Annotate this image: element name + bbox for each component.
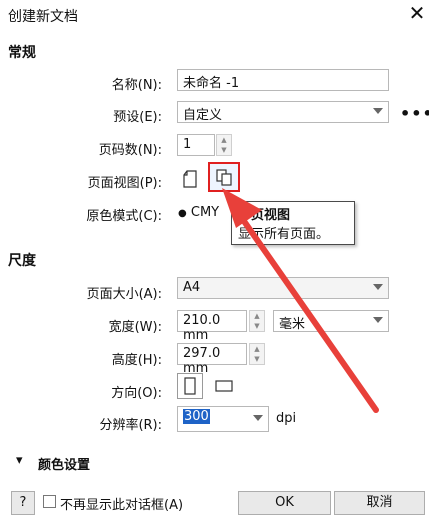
height-label: 高度(H): [111, 353, 162, 368]
multi-page-view-button[interactable] [208, 162, 240, 192]
multi-page-view-icon [216, 169, 232, 186]
width-label: 宽度(W): [108, 320, 162, 335]
section-dimensions: 尺度 [8, 253, 36, 269]
spin-down-icon[interactable]: ▼ [250, 354, 264, 364]
section-general: 常规 [8, 45, 36, 61]
resolution-value: 300 [183, 409, 210, 424]
page-view-label: 页面视图(P): [87, 176, 162, 191]
pages-stepper[interactable]: ▲ ▼ [216, 134, 232, 156]
name-field[interactable]: 未命名 -1 [177, 69, 389, 91]
chevron-down-icon [373, 284, 383, 290]
more-options-icon[interactable]: ••• [400, 104, 429, 123]
pages-label: 页码数(N): [98, 143, 162, 158]
width-field[interactable]: 210.0 mm [177, 310, 247, 343]
orientation-label: 方向(O): [111, 386, 162, 401]
spin-up-icon[interactable]: ▲ [250, 311, 264, 321]
chevron-down-icon [253, 415, 263, 421]
preset-label: 预设(E): [113, 110, 162, 125]
tooltip: 多页视图 显示所有页面。 [231, 201, 355, 245]
width-stepper[interactable]: ▲ ▼ [249, 310, 265, 332]
dont-show-checkbox[interactable] [43, 495, 56, 508]
portrait-button[interactable] [177, 373, 203, 399]
page-size-label: 页面大小(A): [86, 287, 162, 302]
resolution-label: 分辨率(R): [99, 418, 162, 433]
spin-up-icon[interactable]: ▲ [250, 344, 264, 354]
color-mode-radio[interactable]: ● CMY [178, 205, 219, 220]
spin-down-icon[interactable]: ▼ [217, 145, 231, 155]
dont-show-label[interactable]: 不再显示此对话框(A) [60, 494, 183, 513]
single-page-view-icon[interactable] [181, 168, 199, 190]
color-mode-label: 原色模式(C): [86, 209, 162, 224]
color-mode-value: CMY [190, 205, 220, 220]
resolution-select[interactable]: 300 [177, 406, 269, 432]
pages-field[interactable]: 1 [177, 134, 215, 156]
resolution-unit: dpi [276, 411, 297, 426]
preset-select[interactable]: 自定义 [177, 101, 389, 123]
preset-value: 自定义 [183, 108, 223, 123]
spin-up-icon[interactable]: ▲ [217, 135, 231, 145]
page-size-value: A4 [183, 280, 201, 295]
spin-down-icon[interactable]: ▼ [250, 321, 264, 331]
dialog-title: 创建新文档 [8, 9, 78, 25]
height-stepper[interactable]: ▲ ▼ [249, 343, 265, 365]
help-button[interactable]: ? [11, 491, 35, 515]
landscape-icon[interactable] [211, 375, 237, 397]
unit-value: 毫米 [279, 317, 306, 332]
portrait-icon [184, 377, 196, 395]
collapse-chevron-icon[interactable]: ▾ [16, 453, 23, 468]
tooltip-description: 显示所有页面。 [238, 227, 330, 242]
color-settings-header[interactable]: 颜色设置 [38, 454, 90, 473]
name-label: 名称(N): [111, 78, 162, 93]
ok-button[interactable]: OK [238, 491, 331, 515]
chevron-down-icon [373, 108, 383, 114]
radio-dot-icon: ● [178, 208, 187, 219]
cancel-button[interactable]: 取消 [334, 491, 425, 515]
close-icon[interactable]: ✕ [407, 2, 427, 24]
chevron-down-icon [373, 317, 383, 323]
page-size-select[interactable]: A4 [177, 277, 389, 299]
tooltip-title: 多页视图 [238, 208, 291, 223]
height-field[interactable]: 297.0 mm [177, 343, 247, 376]
unit-select[interactable]: 毫米 [273, 310, 389, 332]
